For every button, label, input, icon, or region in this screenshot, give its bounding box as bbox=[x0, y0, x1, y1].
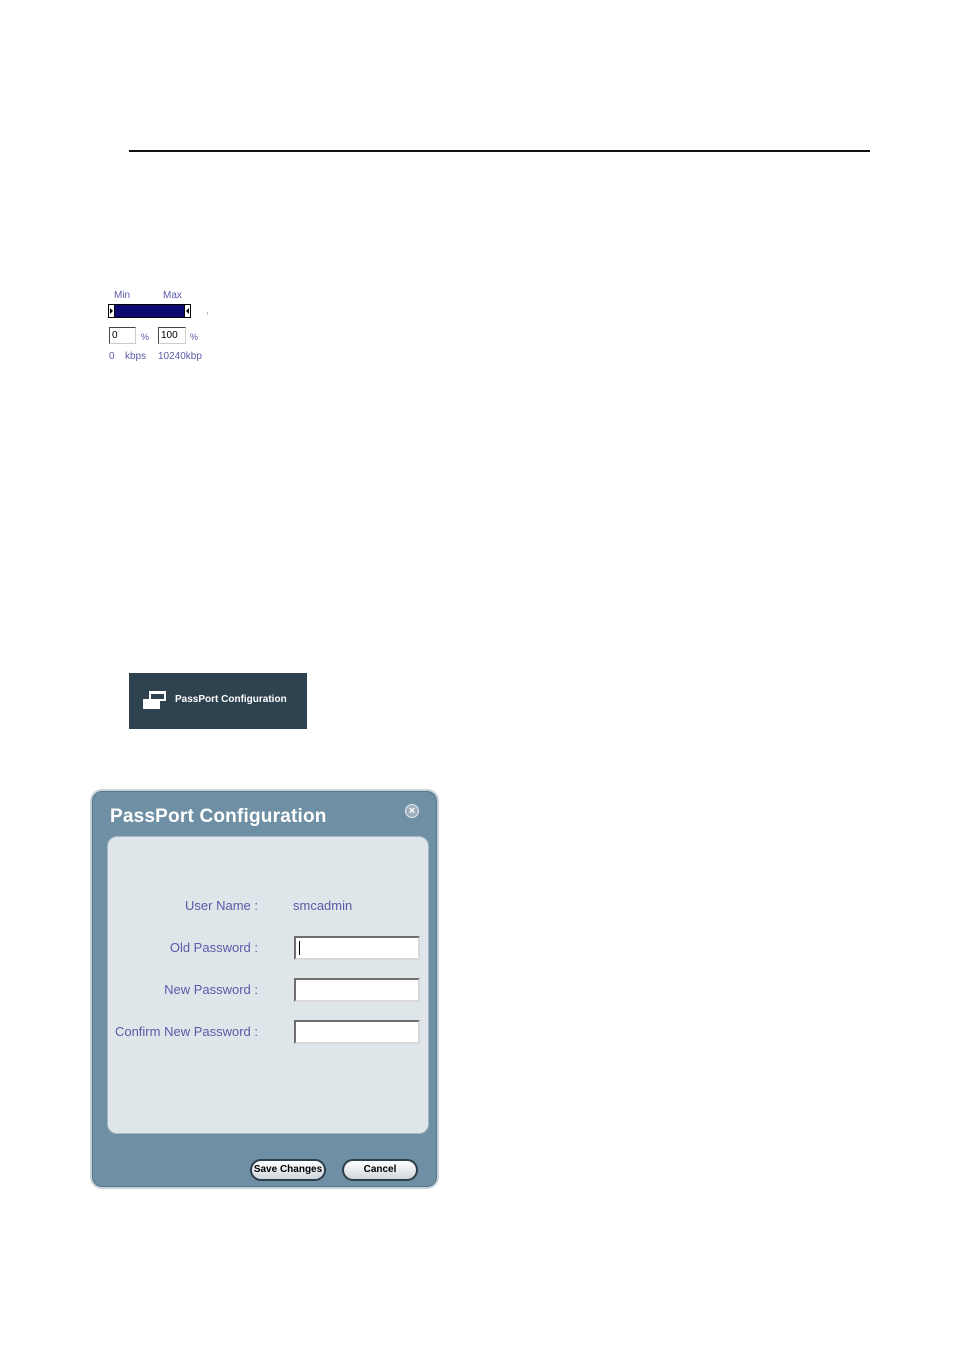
cancel-button[interactable]: Cancel bbox=[342, 1159, 418, 1181]
user-name-label: User Name : bbox=[185, 898, 258, 913]
dialog-form-panel: User Name : smcadmin Old Password : New … bbox=[107, 836, 429, 1134]
min-kbps-value: 0 bbox=[109, 351, 115, 362]
user-name-value: smcadmin bbox=[293, 898, 353, 913]
min-percent-input[interactable]: 0 bbox=[109, 327, 136, 344]
slider-tick bbox=[207, 312, 208, 315]
slider-min-label: Min bbox=[114, 290, 131, 301]
slider-max-label: Max bbox=[163, 290, 182, 301]
max-percent-unit: % bbox=[190, 332, 199, 342]
passport-configuration-dialog: PassPort Configuration × User Name : smc… bbox=[90, 789, 439, 1189]
save-changes-button[interactable]: Save Changes bbox=[250, 1159, 326, 1181]
min-percent-unit: % bbox=[141, 332, 150, 342]
windows-icon bbox=[143, 691, 169, 711]
old-password-field[interactable] bbox=[294, 936, 420, 960]
passport-configuration-button[interactable]: PassPort Configuration bbox=[129, 673, 307, 729]
slider-max-handle[interactable] bbox=[184, 304, 191, 318]
close-icon[interactable]: × bbox=[405, 804, 419, 818]
text-caret bbox=[299, 941, 300, 955]
max-percent-input[interactable]: 100 bbox=[158, 327, 186, 344]
bandwidth-slider-widget: Min Max 0 % 100 % 0 kbps 10240kbp bbox=[104, 288, 208, 368]
new-password-field[interactable] bbox=[294, 978, 420, 1002]
confirm-password-label: Confirm New Password : bbox=[114, 1024, 258, 1039]
old-password-label: Old Password : bbox=[169, 940, 258, 955]
dialog-title: PassPort Configuration bbox=[110, 806, 327, 827]
confirm-password-field[interactable] bbox=[294, 1020, 420, 1044]
slider-min-handle[interactable] bbox=[108, 304, 115, 318]
horizontal-rule bbox=[129, 150, 870, 152]
slider-track[interactable] bbox=[108, 304, 191, 318]
max-kbps-value: 10240kbp bbox=[158, 351, 202, 362]
new-password-label: New Password : bbox=[164, 982, 258, 997]
kbps-unit: kbps bbox=[125, 351, 147, 362]
passport-configuration-button-label: PassPort Configuration bbox=[175, 694, 287, 705]
